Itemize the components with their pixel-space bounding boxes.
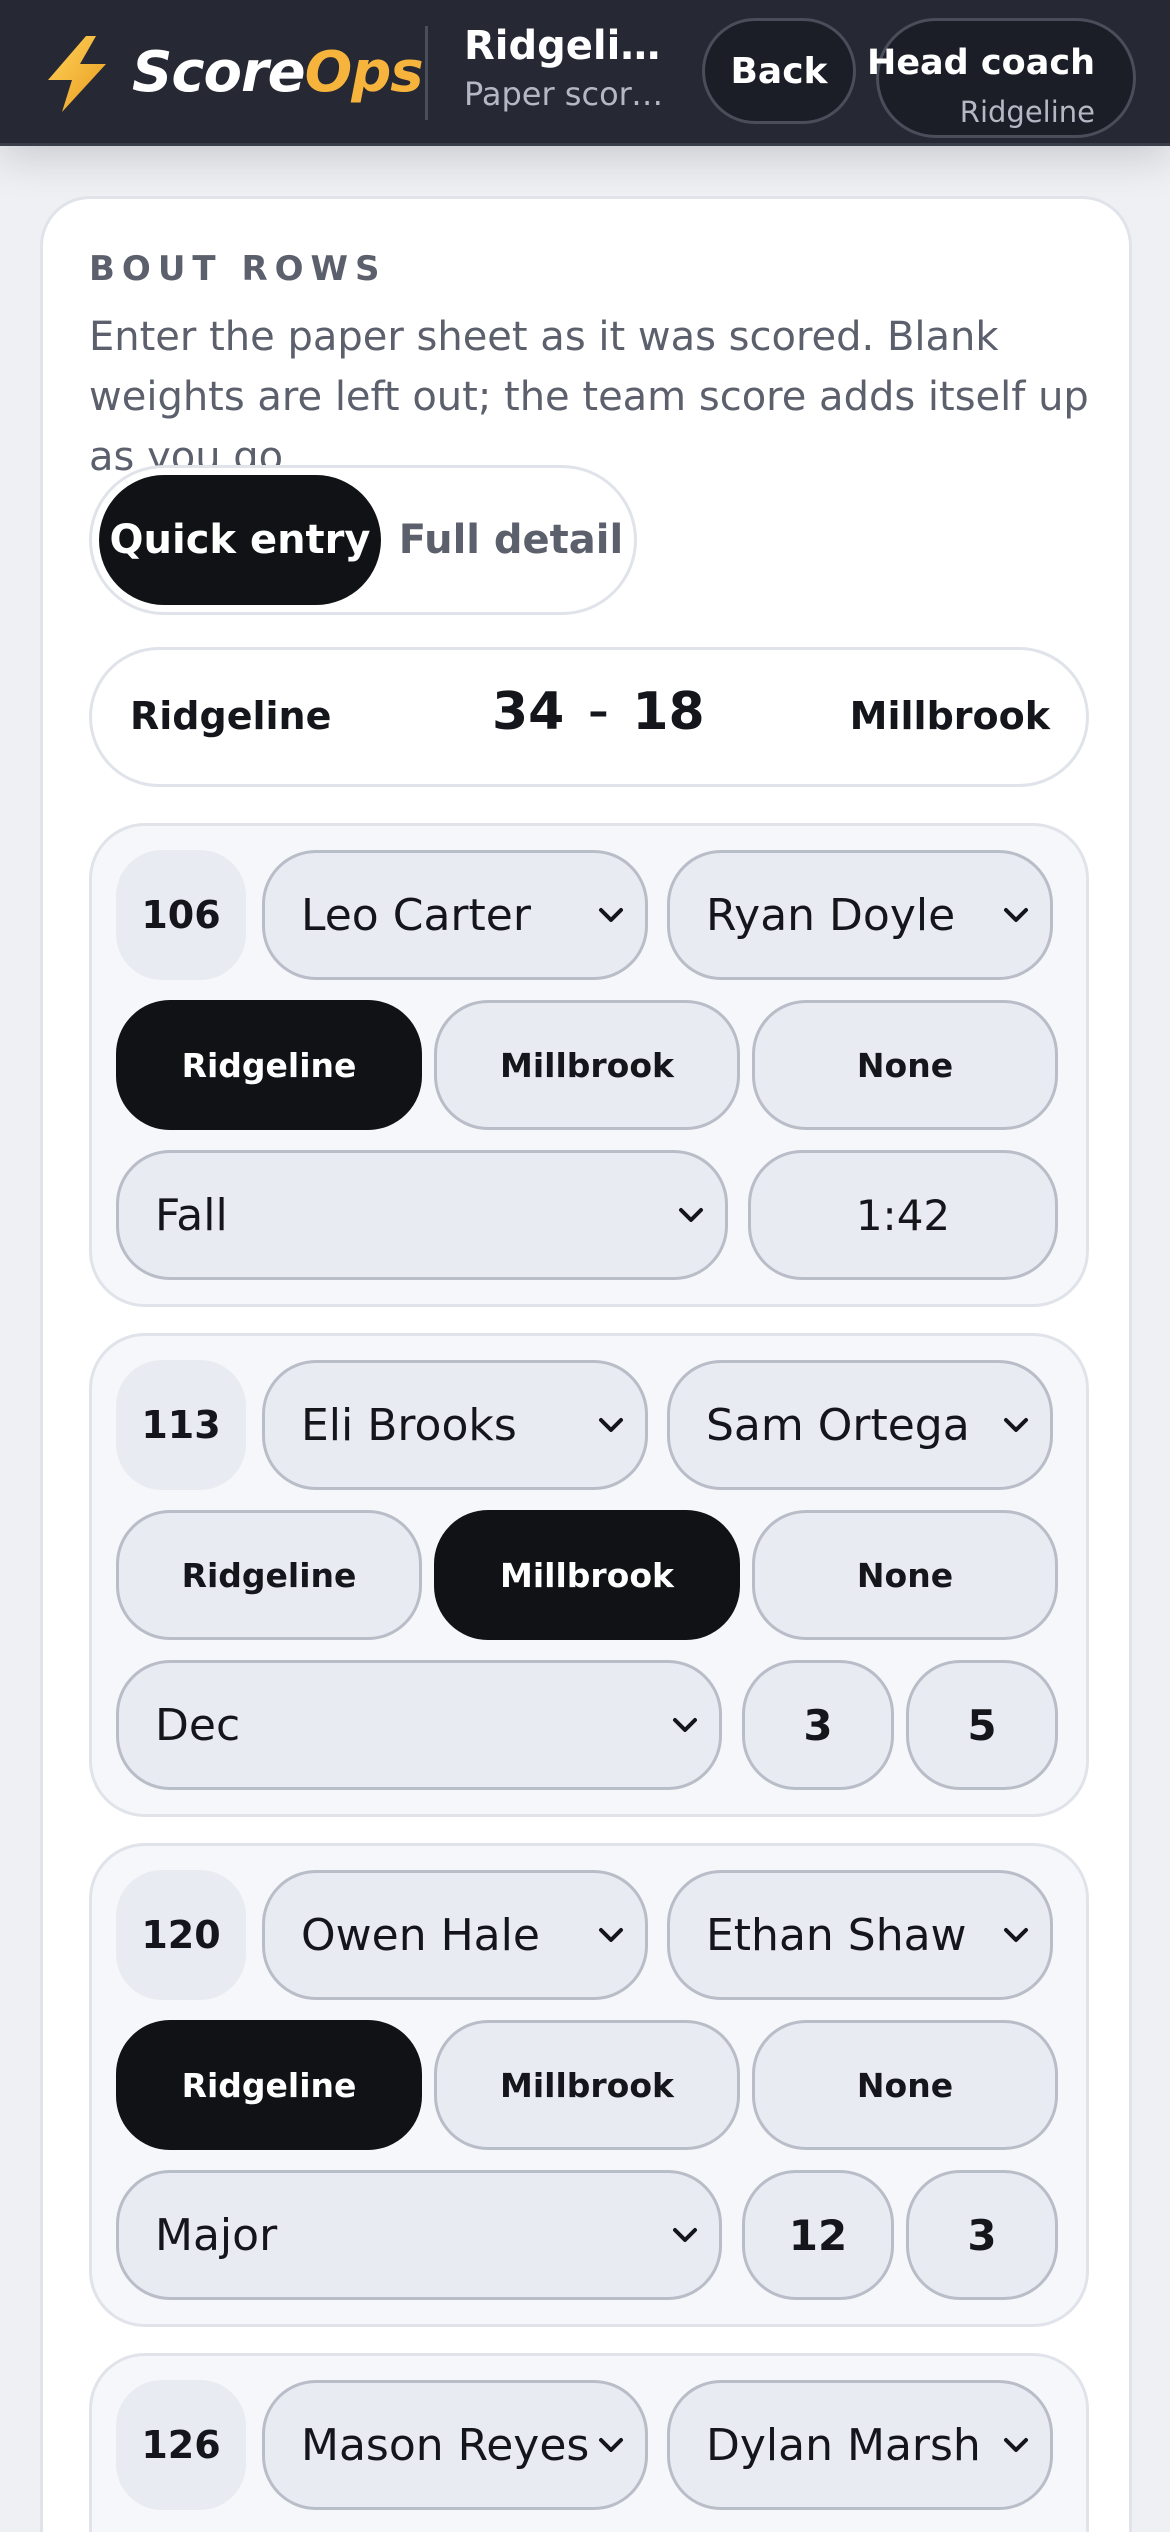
section-description: Enter the paper sheet as it was scored. … — [89, 314, 1089, 480]
away-wrestler-select[interactable]: Ryan Doyle — [667, 850, 1053, 980]
chevron-down-icon — [673, 2228, 697, 2242]
home-wrestler-select[interactable]: Owen Hale — [262, 1870, 648, 2000]
chevron-down-icon — [1004, 1418, 1028, 1432]
home-wrestler-select[interactable]: Leo Carter — [262, 850, 648, 980]
brand-name-part1: Score — [132, 40, 306, 105]
winner-none-button[interactable]: None — [752, 1510, 1058, 1640]
home-wrestler-select[interactable]: Eli Brooks — [262, 1360, 648, 1490]
home-points-input[interactable]: 3 — [742, 1660, 894, 1790]
weight-class: 106 — [116, 850, 246, 980]
brand-name-part2: Ops — [304, 40, 424, 105]
away-wrestler-select[interactable]: Sam Ortega — [667, 1360, 1053, 1490]
winner-away-button[interactable]: Millbrook — [434, 1510, 740, 1640]
away-wrestler-value: Ethan Shaw — [706, 1909, 967, 1961]
chevron-down-icon — [679, 1208, 703, 1222]
fall-time-input[interactable]: 1:42 — [748, 1150, 1058, 1280]
header-divider — [425, 26, 428, 120]
winner-none-button[interactable]: None — [752, 1000, 1058, 1130]
weight-class: 113 — [116, 1360, 246, 1490]
result-type-select[interactable]: Major — [116, 2170, 722, 2300]
home-wrestler-value: Eli Brooks — [301, 1399, 517, 1451]
winner-away-button[interactable]: Millbrook — [434, 2020, 740, 2150]
away-wrestler-value: Ryan Doyle — [706, 889, 956, 941]
winner-away-button[interactable]: Millbrook — [434, 1000, 740, 1130]
result-type-select[interactable]: Fall — [116, 1150, 728, 1280]
home-wrestler-value: Leo Carter — [301, 889, 531, 941]
team-score: 34–18 — [492, 682, 705, 742]
lightning-bolt-icon — [48, 36, 106, 112]
quick-entry-tab[interactable]: Quick entry — [99, 475, 381, 605]
chevron-down-icon — [1004, 908, 1028, 922]
away-wrestler-select[interactable]: Ethan Shaw — [667, 1870, 1053, 2000]
away-team-score: 18 — [632, 682, 705, 742]
brand-logo[interactable]: ScoreOps — [132, 38, 424, 108]
winner-none-button[interactable]: None — [752, 2020, 1058, 2150]
chevron-down-icon — [599, 908, 623, 922]
full-detail-tab[interactable]: Full detail — [392, 475, 630, 605]
meet-title: Ridgeline vs Millbrook — [464, 23, 664, 69]
winner-home-button[interactable]: Ridgeline — [116, 1510, 422, 1640]
bout-row: 126 Mason Reyes Dylan Marsh — [89, 2353, 1089, 2532]
chevron-down-icon — [1004, 2438, 1028, 2452]
result-type-select[interactable]: Dec — [116, 1660, 722, 1790]
chevron-down-icon — [599, 1418, 623, 1432]
bout-row: 113 Eli Brooks Sam Ortega Ridgeline Mill… — [89, 1333, 1089, 1817]
away-wrestler-select[interactable]: Dylan Marsh — [667, 2380, 1053, 2510]
winner-home-button[interactable]: Ridgeline — [116, 1000, 422, 1130]
home-team-name: Ridgeline — [130, 694, 332, 738]
bout-row: 120 Owen Hale Ethan Shaw Ridgeline Millb… — [89, 1843, 1089, 2327]
meet-subtitle: Paper score entry — [464, 75, 664, 113]
chevron-down-icon — [673, 1718, 697, 1732]
chevron-down-icon — [599, 2438, 623, 2452]
result-type-value: Fall — [155, 1189, 228, 1241]
weight-class: 126 — [116, 2380, 246, 2510]
home-wrestler-select[interactable]: Mason Reyes — [262, 2380, 648, 2510]
home-points-input[interactable]: 12 — [742, 2170, 894, 2300]
app-header: ScoreOps Ridgeline vs Millbrook Paper sc… — [0, 0, 1170, 146]
entry-mode-toggle: Quick entry Full detail — [89, 465, 637, 615]
home-team-score: 34 — [492, 682, 565, 742]
chevron-down-icon — [599, 1928, 623, 1942]
away-wrestler-value: Dylan Marsh — [706, 2419, 981, 2471]
result-type-value: Dec — [155, 1699, 241, 1751]
back-button[interactable]: Back — [702, 18, 856, 124]
user-menu-button[interactable]: Head coach Ridgeline — [867, 18, 1136, 138]
bout-rows-card: BOUT ROWS Enter the paper sheet as it wa… — [40, 196, 1132, 2532]
result-type-value: Major — [155, 2209, 278, 2261]
user-role: Head coach — [867, 43, 1095, 83]
team-scoreboard: Ridgeline 34–18 Millbrook — [89, 647, 1089, 787]
away-points-input[interactable]: 3 — [906, 2170, 1058, 2300]
winner-home-button[interactable]: Ridgeline — [116, 2020, 422, 2150]
chevron-down-icon — [1004, 1928, 1028, 1942]
bout-row: 106 Leo Carter Ryan Doyle Ridgeline Mill… — [89, 823, 1089, 1307]
home-wrestler-value: Mason Reyes — [301, 2419, 590, 2471]
home-wrestler-value: Owen Hale — [301, 1909, 540, 1961]
weight-class: 120 — [116, 1870, 246, 2000]
away-wrestler-value: Sam Ortega — [706, 1399, 970, 1451]
user-team: Ridgeline — [959, 95, 1095, 129]
away-points-input[interactable]: 5 — [906, 1660, 1058, 1790]
section-label: BOUT ROWS — [89, 249, 387, 289]
away-team-name: Millbrook — [849, 694, 1050, 738]
score-separator: – — [588, 689, 609, 735]
